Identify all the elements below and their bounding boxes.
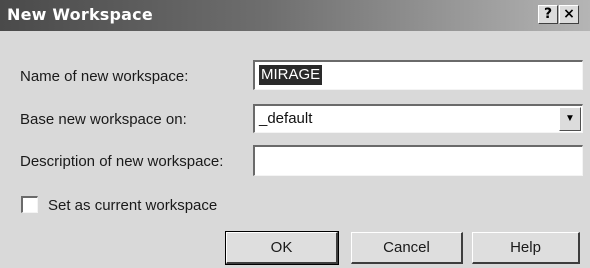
- question-mark-icon: ?: [543, 6, 553, 22]
- set-current-checkbox[interactable]: [21, 196, 38, 213]
- base-select-value: _default: [259, 110, 313, 127]
- base-select[interactable]: _default ▼: [253, 104, 583, 133]
- help-caption-button[interactable]: ?: [538, 5, 558, 24]
- set-current-label[interactable]: Set as current workspace: [48, 197, 217, 214]
- base-label: Base new workspace on:: [20, 111, 187, 128]
- name-label: Name of new workspace:: [20, 68, 189, 85]
- description-input[interactable]: [253, 145, 583, 176]
- close-icon: ×: [563, 6, 575, 22]
- close-caption-button[interactable]: ×: [559, 5, 579, 24]
- window-title: New Workspace: [7, 5, 153, 24]
- name-input[interactable]: MIRAGE: [253, 60, 583, 90]
- description-label: Description of new workspace:: [20, 153, 224, 170]
- cancel-button[interactable]: Cancel: [351, 232, 463, 264]
- help-button[interactable]: Help: [472, 232, 580, 264]
- name-input-value: MIRAGE: [259, 65, 323, 85]
- title-bar[interactable]: New Workspace ? ×: [0, 0, 590, 31]
- ok-button[interactable]: OK: [225, 231, 339, 265]
- chevron-down-icon[interactable]: ▼: [559, 107, 581, 131]
